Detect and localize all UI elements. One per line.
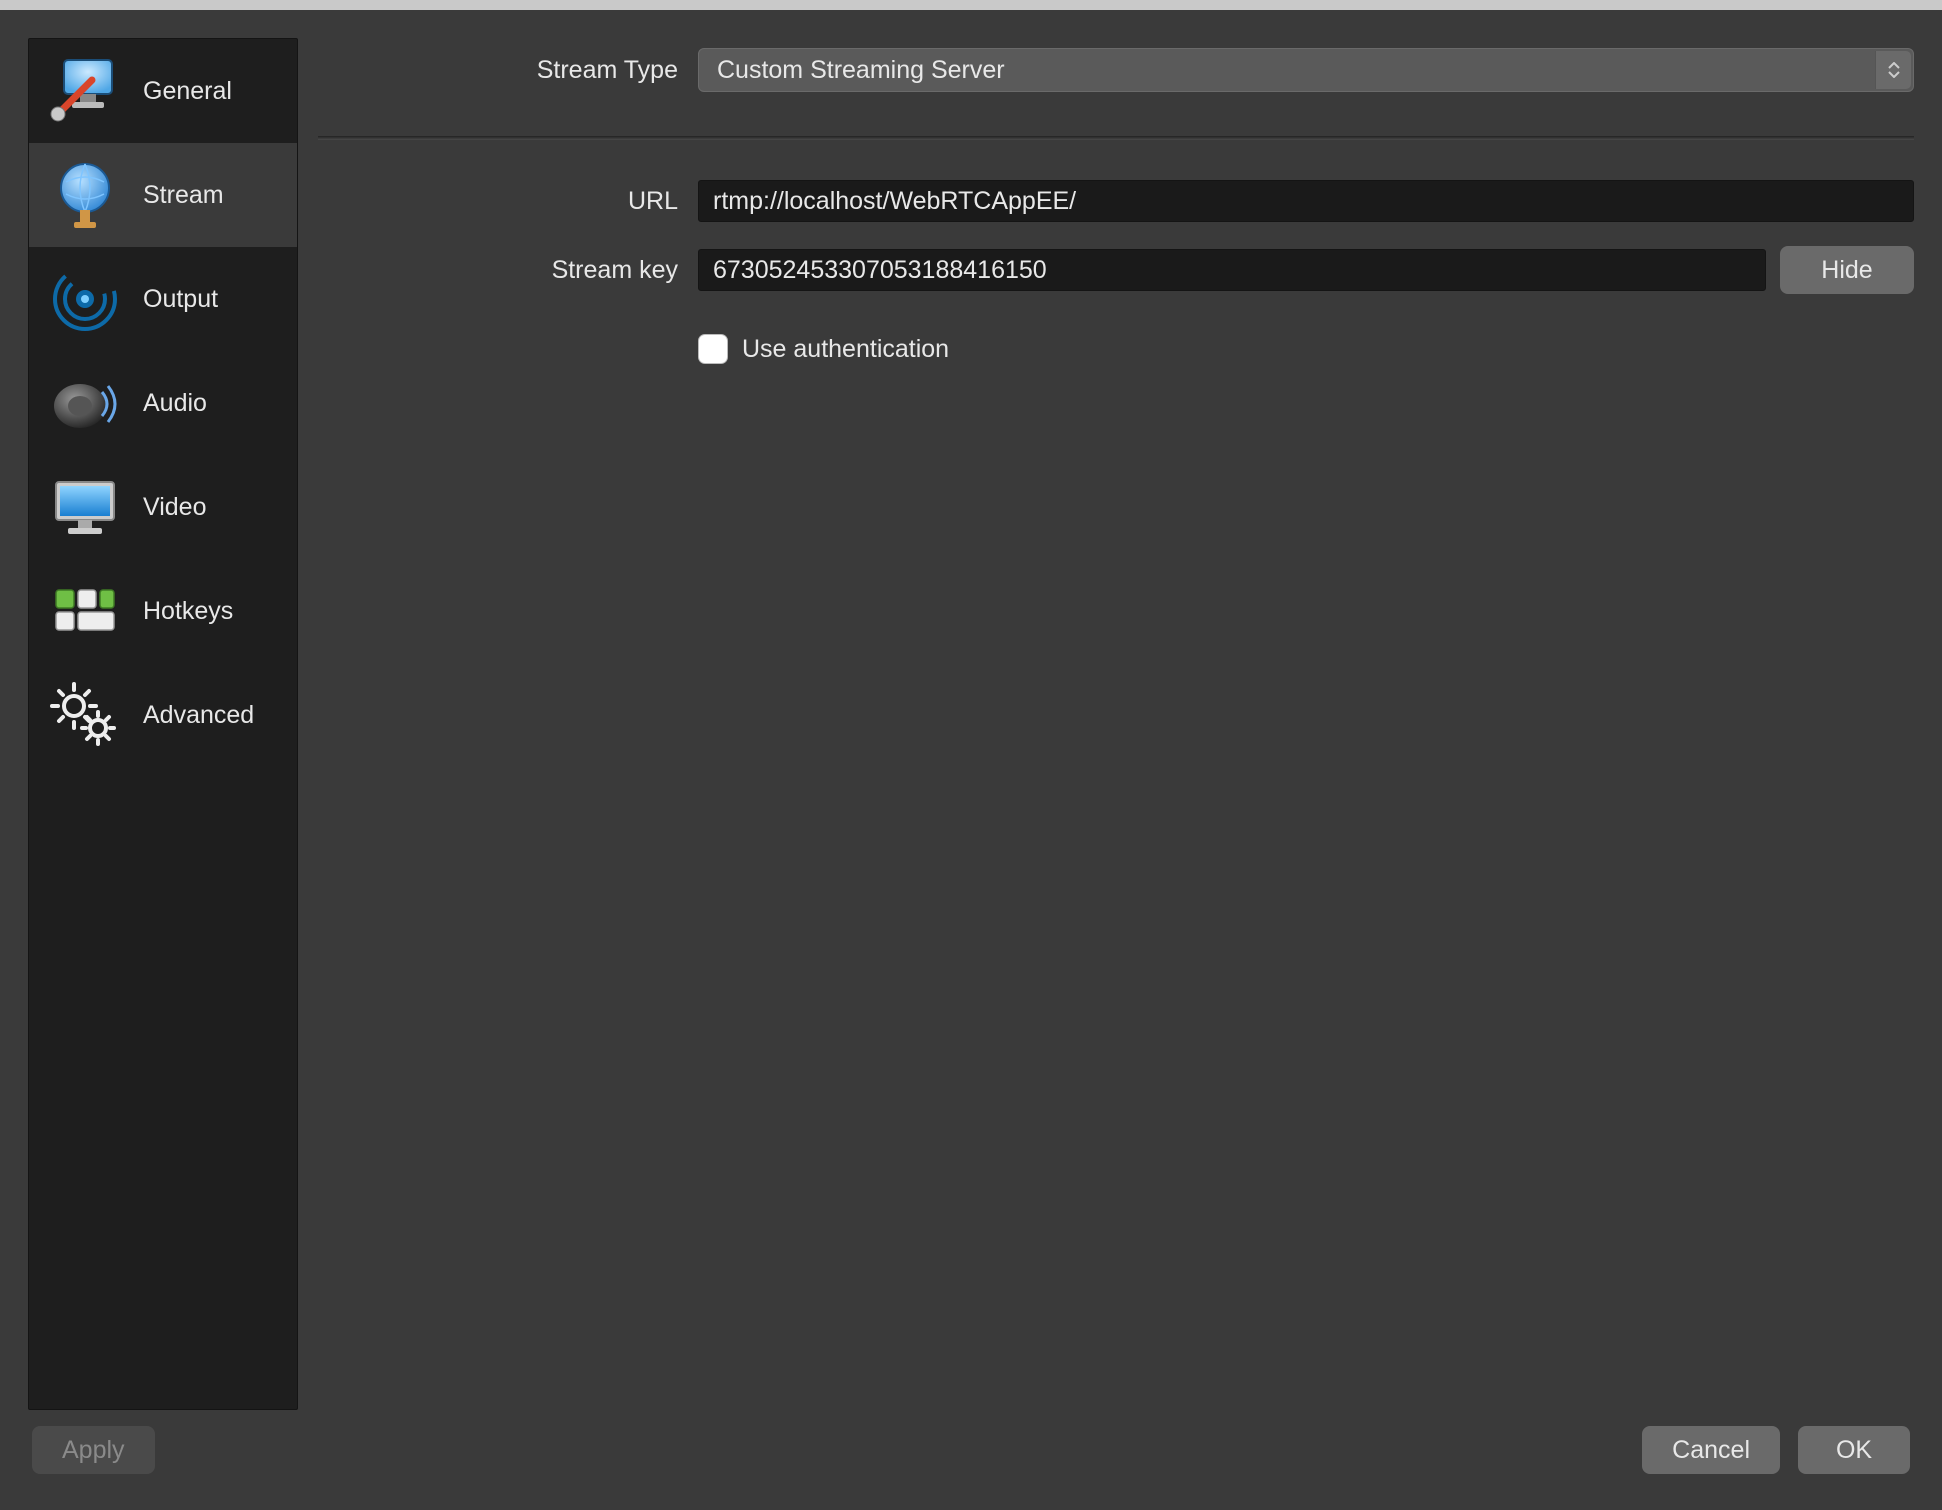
apply-button: Apply — [32, 1426, 155, 1474]
sidebar-item-audio[interactable]: Audio — [29, 351, 297, 455]
sidebar-item-stream[interactable]: Stream — [29, 143, 297, 247]
general-icon — [43, 49, 127, 133]
sidebar-item-label: Advanced — [143, 701, 254, 730]
use-auth-row: Use authentication — [698, 334, 1914, 364]
stream-key-input[interactable] — [698, 249, 1766, 291]
body-area: General — [0, 10, 1942, 1510]
sidebar-item-label: General — [143, 77, 232, 106]
sidebar-item-label: Stream — [143, 181, 224, 210]
upper-panel: General — [28, 38, 1914, 1410]
cancel-button[interactable]: Cancel — [1642, 1426, 1780, 1474]
divider — [318, 136, 1914, 140]
hide-button[interactable]: Hide — [1780, 246, 1914, 294]
audio-icon — [43, 361, 127, 445]
stream-key-label: Stream key — [318, 256, 698, 285]
stream-type-value: Custom Streaming Server — [717, 56, 1005, 85]
sidebar-item-label: Video — [143, 493, 207, 522]
url-row: URL — [318, 180, 1914, 222]
stream-type-dropdown[interactable]: Custom Streaming Server — [698, 48, 1914, 92]
url-label: URL — [318, 187, 698, 216]
sidebar-item-output[interactable]: Output — [29, 247, 297, 351]
sidebar-item-label: Output — [143, 285, 218, 314]
footer: Apply Cancel OK — [28, 1410, 1914, 1490]
settings-window: General — [0, 0, 1942, 1510]
url-input[interactable] — [698, 180, 1914, 222]
sidebar-item-video[interactable]: Video — [29, 455, 297, 559]
sidebar-item-label: Hotkeys — [143, 597, 233, 626]
video-icon — [43, 465, 127, 549]
sidebar-item-hotkeys[interactable]: Hotkeys — [29, 559, 297, 663]
content-panel: Stream Type Custom Streaming Server URL — [318, 38, 1914, 1410]
stream-type-row: Stream Type Custom Streaming Server — [318, 48, 1914, 92]
advanced-icon — [43, 673, 127, 757]
output-icon — [43, 257, 127, 341]
ok-button[interactable]: OK — [1798, 1426, 1910, 1474]
sidebar-item-general[interactable]: General — [29, 39, 297, 143]
dropdown-arrows-icon — [1875, 51, 1911, 89]
sidebar: General — [28, 38, 298, 1410]
stream-key-row: Stream key Hide — [318, 246, 1914, 294]
sidebar-item-advanced[interactable]: Advanced — [29, 663, 297, 767]
sidebar-item-label: Audio — [143, 389, 207, 418]
use-auth-checkbox[interactable] — [698, 334, 728, 364]
titlebar — [0, 0, 1942, 10]
stream-icon — [43, 153, 127, 237]
use-auth-label: Use authentication — [742, 335, 949, 364]
stream-type-label: Stream Type — [318, 56, 698, 85]
hotkeys-icon — [43, 569, 127, 653]
